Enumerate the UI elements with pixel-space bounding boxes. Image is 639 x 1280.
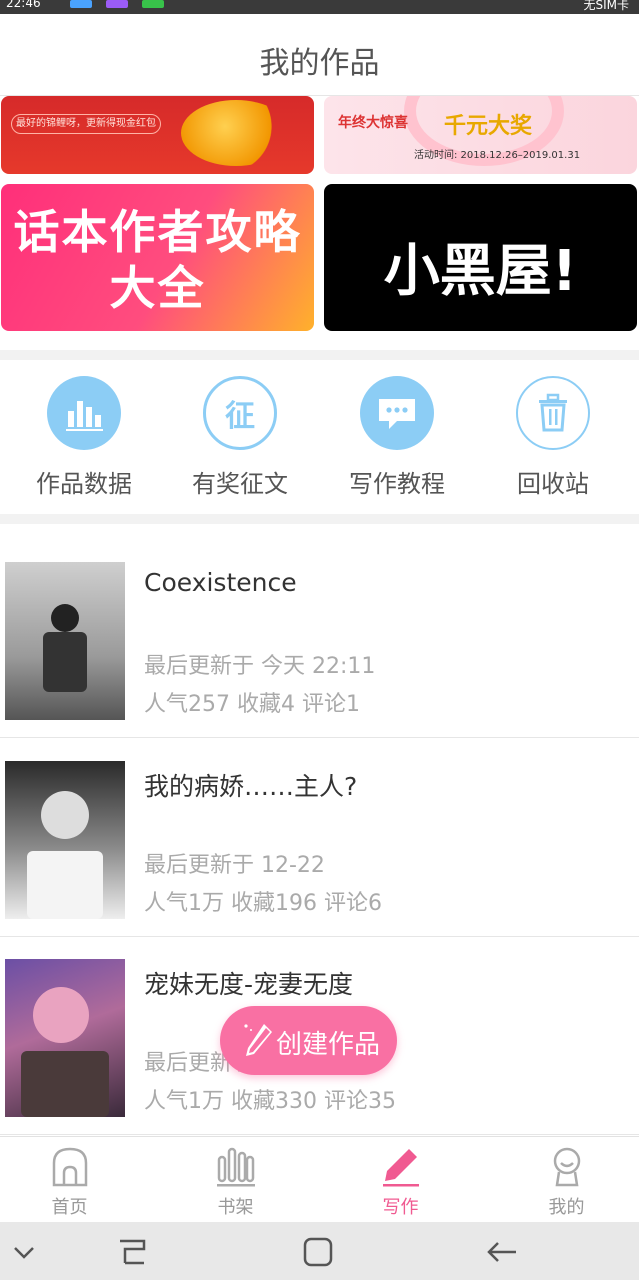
banner-koi-event[interactable]: 最好的锦鲤呀，更新得现金红包	[1, 96, 314, 174]
section-divider	[0, 350, 639, 360]
tab-write[interactable]: 写作	[321, 1137, 480, 1223]
banner-text: 千元大奖	[444, 114, 533, 139]
banner-year-end-event[interactable]: 年终大惊喜 千元大奖 活动时间: 2018.12.26–2019.01.31	[324, 96, 637, 174]
banner-date: 活动时间: 2018.12.26–2019.01.31	[414, 150, 581, 161]
tab-profile[interactable]: 我的	[487, 1137, 639, 1223]
home-button-icon[interactable]	[298, 1232, 338, 1272]
tab-label: 写作	[382, 1197, 419, 1218]
pencil-icon	[244, 1024, 272, 1056]
koi-fish-icon	[181, 100, 291, 166]
quick-action-tutorial[interactable]: 写作教程	[317, 376, 477, 506]
quick-action-recycle-bin[interactable]: 回收站	[473, 376, 633, 506]
quick-action-label: 回收站	[517, 470, 589, 498]
banner-author-guide[interactable]: 话本作者攻略 大全	[1, 184, 314, 331]
recent-apps-icon[interactable]	[112, 1232, 152, 1272]
notification-icon	[106, 0, 128, 8]
work-stats: 人气257 收藏4 评论1	[144, 692, 360, 717]
tab-label: 我的	[548, 1197, 585, 1218]
trash-icon	[516, 376, 590, 450]
bar-chart-icon	[47, 376, 121, 450]
page-title: 我的作品	[259, 46, 380, 81]
work-cover-image	[5, 761, 125, 919]
banner-text: 小黑屋!	[383, 239, 578, 304]
system-nav-bar	[0, 1222, 639, 1280]
header: 我的作品	[0, 14, 639, 96]
carrier-label: 无SIM卡	[583, 0, 629, 12]
quick-action-work-data[interactable]: 作品数据	[4, 376, 164, 506]
banner-text: 大全	[109, 261, 206, 315]
work-item[interactable]: 我的病娇……主人? 最后更新于 12-22 人气1万 收藏196 评论6	[0, 739, 639, 937]
notification-icon	[142, 0, 164, 8]
work-stats: 人气1万 收藏330 评论35	[144, 1089, 396, 1114]
work-title: 宠妹无度-宠妻无度	[144, 970, 354, 999]
quick-action-label: 写作教程	[349, 470, 445, 498]
banner-text: 年终大惊喜	[338, 115, 408, 131]
quick-action-label: 作品数据	[36, 470, 132, 498]
pencil-icon	[382, 1149, 419, 1187]
banner-blackhouse[interactable]: 小黑屋!	[324, 184, 637, 331]
status-bar: 22:46 无SIM卡	[0, 0, 639, 14]
zheng-icon: 征	[203, 376, 277, 450]
status-time: 22:46	[6, 0, 41, 10]
home-icon	[52, 1147, 87, 1187]
banner-text: 话本作者攻略	[13, 205, 302, 259]
section-divider	[0, 514, 639, 524]
tab-label: 首页	[51, 1197, 88, 1218]
create-work-button[interactable]: 创建作品	[220, 1006, 397, 1075]
banner-pill-text: 最好的锦鲤呀，更新得现金红包	[11, 114, 161, 134]
work-updated: 最后更新于 12-22	[144, 853, 325, 878]
work-cover-image	[5, 959, 125, 1117]
quick-action-contest[interactable]: 征 有奖征文	[160, 376, 320, 506]
bottom-tab-bar: 首页 书架 写作 我的	[0, 1136, 639, 1222]
bookshelf-icon	[216, 1147, 255, 1187]
quick-action-label: 有奖征文	[192, 470, 288, 498]
back-icon[interactable]	[482, 1232, 522, 1272]
tab-label: 书架	[217, 1197, 254, 1218]
profile-icon	[553, 1147, 580, 1187]
work-updated: 最后更新于 今天 22:11	[144, 654, 376, 679]
work-item[interactable]: Coexistence 最后更新于 今天 22:11 人气257 收藏4 评论1	[0, 540, 639, 738]
chevron-down-icon[interactable]	[4, 1232, 44, 1272]
create-work-label: 创建作品	[276, 1030, 381, 1060]
work-stats: 人气1万 收藏196 评论6	[144, 891, 382, 916]
work-cover-image	[5, 562, 125, 720]
notification-icon	[70, 0, 92, 8]
chat-bubble-icon	[360, 376, 434, 450]
tab-bookshelf[interactable]: 书架	[156, 1137, 315, 1223]
tab-home[interactable]: 首页	[0, 1137, 149, 1223]
work-title: Coexistence	[144, 568, 297, 597]
work-title: 我的病娇……主人?	[144, 772, 358, 801]
